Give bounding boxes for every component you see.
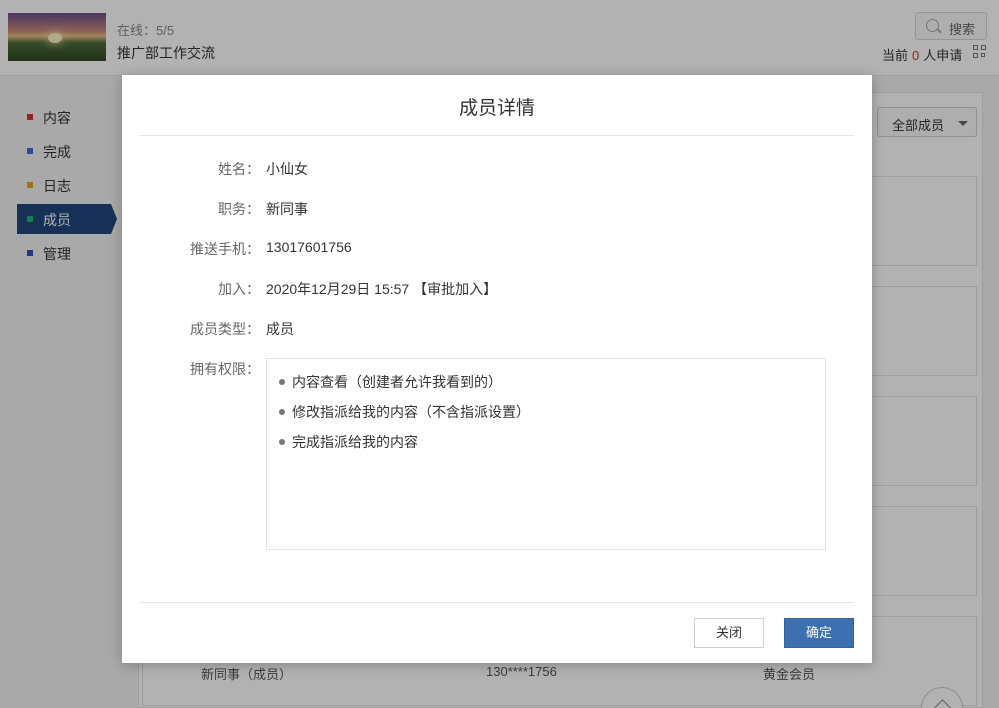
phone-value: 13017601756 <box>266 239 352 255</box>
phone-label: 推送手机： <box>190 241 260 257</box>
divider <box>139 135 854 136</box>
member-type-label: 成员类型： <box>190 321 260 337</box>
confirm-button[interactable]: 确定 <box>784 618 854 648</box>
bullet-icon <box>279 379 285 385</box>
joined-value: 2020年12月29日 15:57 【审批加入】 <box>266 281 498 297</box>
divider <box>139 602 854 603</box>
permissions-label: 拥有权限： <box>190 361 260 377</box>
member-type-value: 成员 <box>266 321 294 337</box>
permission-text: 内容查看（创建者允许我看到的） <box>292 374 502 390</box>
name-label: 姓名： <box>218 161 260 177</box>
position-value: 新同事 <box>266 201 308 217</box>
permission-text: 修改指派给我的内容（不含指派设置） <box>292 404 530 420</box>
bullet-icon <box>279 409 285 415</box>
close-button[interactable]: 关闭 <box>694 618 764 648</box>
bullet-icon <box>279 439 285 445</box>
position-label: 职务： <box>218 201 260 217</box>
name-value: 小仙女 <box>266 161 308 177</box>
member-detail-dialog: 成员详情 姓名： 小仙女 职务： 新同事 推送手机： 13017601756 加… <box>122 75 872 663</box>
joined-label: 加入： <box>218 281 260 297</box>
dialog-title: 成员详情 <box>458 98 535 119</box>
permission-text: 完成指派给我的内容 <box>292 434 418 450</box>
permissions-list: 内容查看（创建者允许我看到的） 修改指派给我的内容（不含指派设置） 完成指派给我… <box>266 358 826 550</box>
